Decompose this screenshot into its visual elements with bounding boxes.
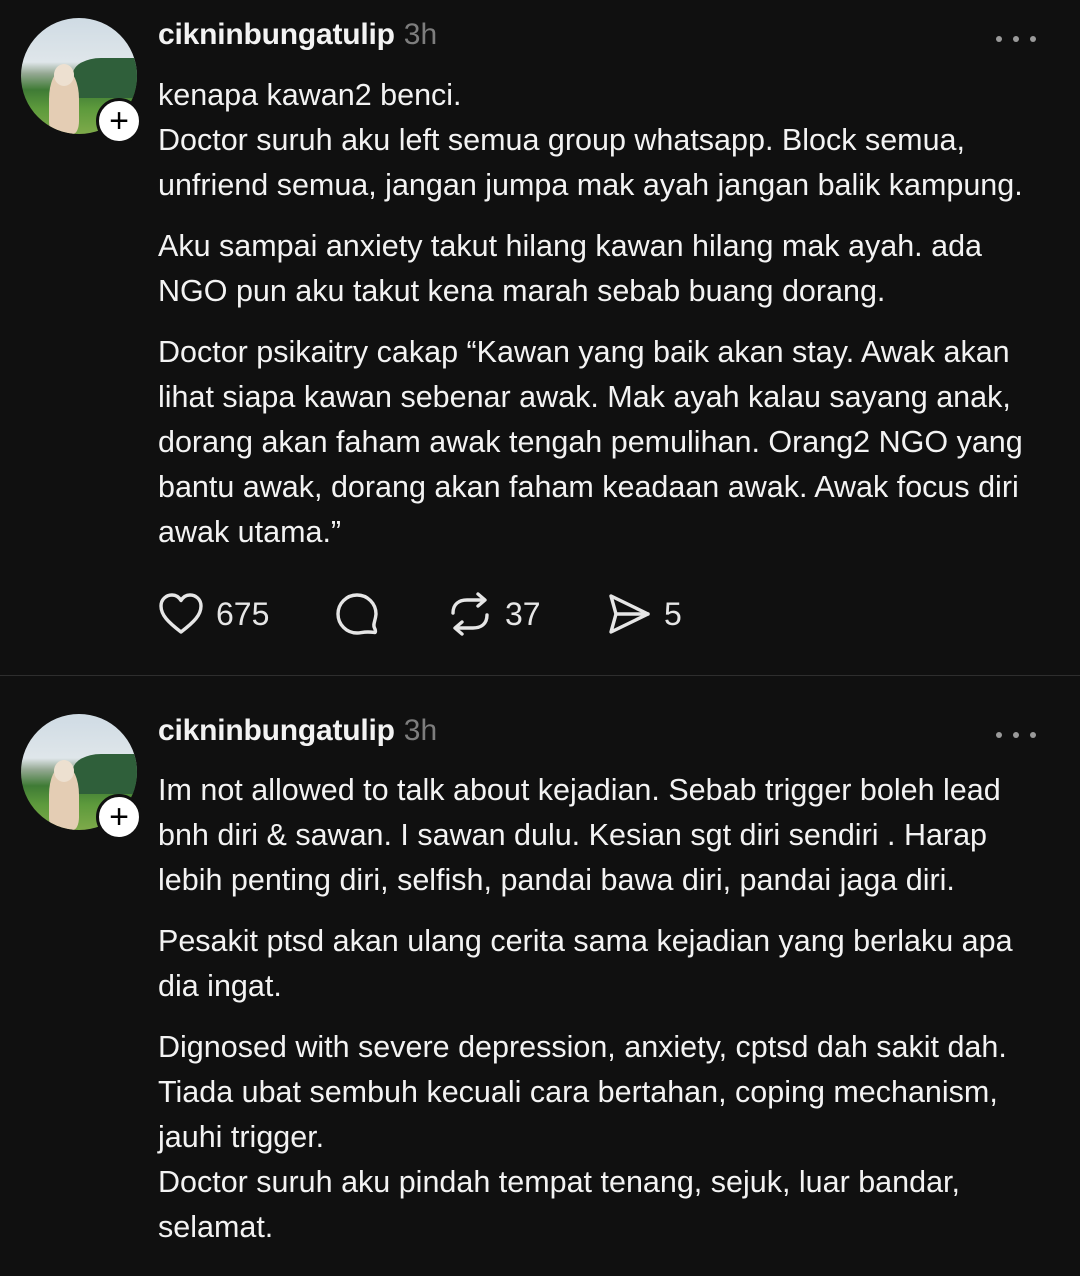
username[interactable]: cikninbungatulip — [158, 18, 395, 52]
post-body: Im not allowed to talk about kejadian. S… — [158, 768, 1058, 1266]
post[interactable]: + cikninbungatulip 3h kenapa kawan2 benc… — [0, 0, 1080, 675]
timestamp: 3h — [403, 714, 438, 747]
heart-icon — [159, 593, 203, 634]
post-paragraph: Doctor psikaitry cakap “Kawan yang baik … — [158, 335, 1032, 549]
username[interactable]: cikninbungatulip — [158, 714, 395, 748]
speech-bubble-icon — [336, 593, 378, 635]
post-paragraph: Im not allowed to talk about kejadian. S… — [158, 773, 1010, 897]
share-button[interactable]: 5 — [606, 590, 682, 638]
post-paragraph: Dignosed with severe depression, anxiety… — [158, 1030, 1007, 1244]
repost-arrows-icon — [451, 592, 489, 636]
action-bar: 675 37 5 — [158, 590, 682, 638]
repost-button[interactable]: 37 — [447, 590, 606, 638]
follow-plus-icon[interactable]: + — [96, 98, 142, 144]
like-button[interactable]: 675 — [158, 590, 334, 638]
post-body: kenapa kawan2 benci. Doctor suruh aku le… — [158, 73, 1058, 571]
timestamp: 3h — [403, 18, 438, 51]
post-paragraph: Pesakit ptsd akan ulang cerita sama keja… — [158, 924, 1022, 1003]
post[interactable]: + cikninbungatulip 3h Im not allowed to … — [0, 676, 1080, 1276]
repost-count: 37 — [505, 595, 541, 632]
more-options-icon[interactable] — [996, 725, 1036, 745]
share-count: 5 — [664, 595, 682, 632]
post-header: cikninbungatulip 3h — [158, 714, 437, 754]
like-count: 675 — [216, 595, 270, 632]
more-options-icon[interactable] — [996, 29, 1036, 49]
avatar-container[interactable]: + — [21, 18, 142, 144]
thread-feed: + cikninbungatulip 3h kenapa kawan2 benc… — [0, 0, 1080, 1276]
post-paragraph: Aku sampai anxiety takut hilang kawan hi… — [158, 229, 991, 308]
post-paragraph: kenapa kawan2 benci. Doctor suruh aku le… — [158, 78, 1023, 202]
paper-plane-icon — [609, 594, 650, 634]
reply-button[interactable] — [334, 590, 447, 638]
follow-plus-icon[interactable]: + — [96, 794, 142, 840]
avatar-container[interactable]: + — [21, 714, 142, 840]
post-header: cikninbungatulip 3h — [158, 18, 437, 58]
